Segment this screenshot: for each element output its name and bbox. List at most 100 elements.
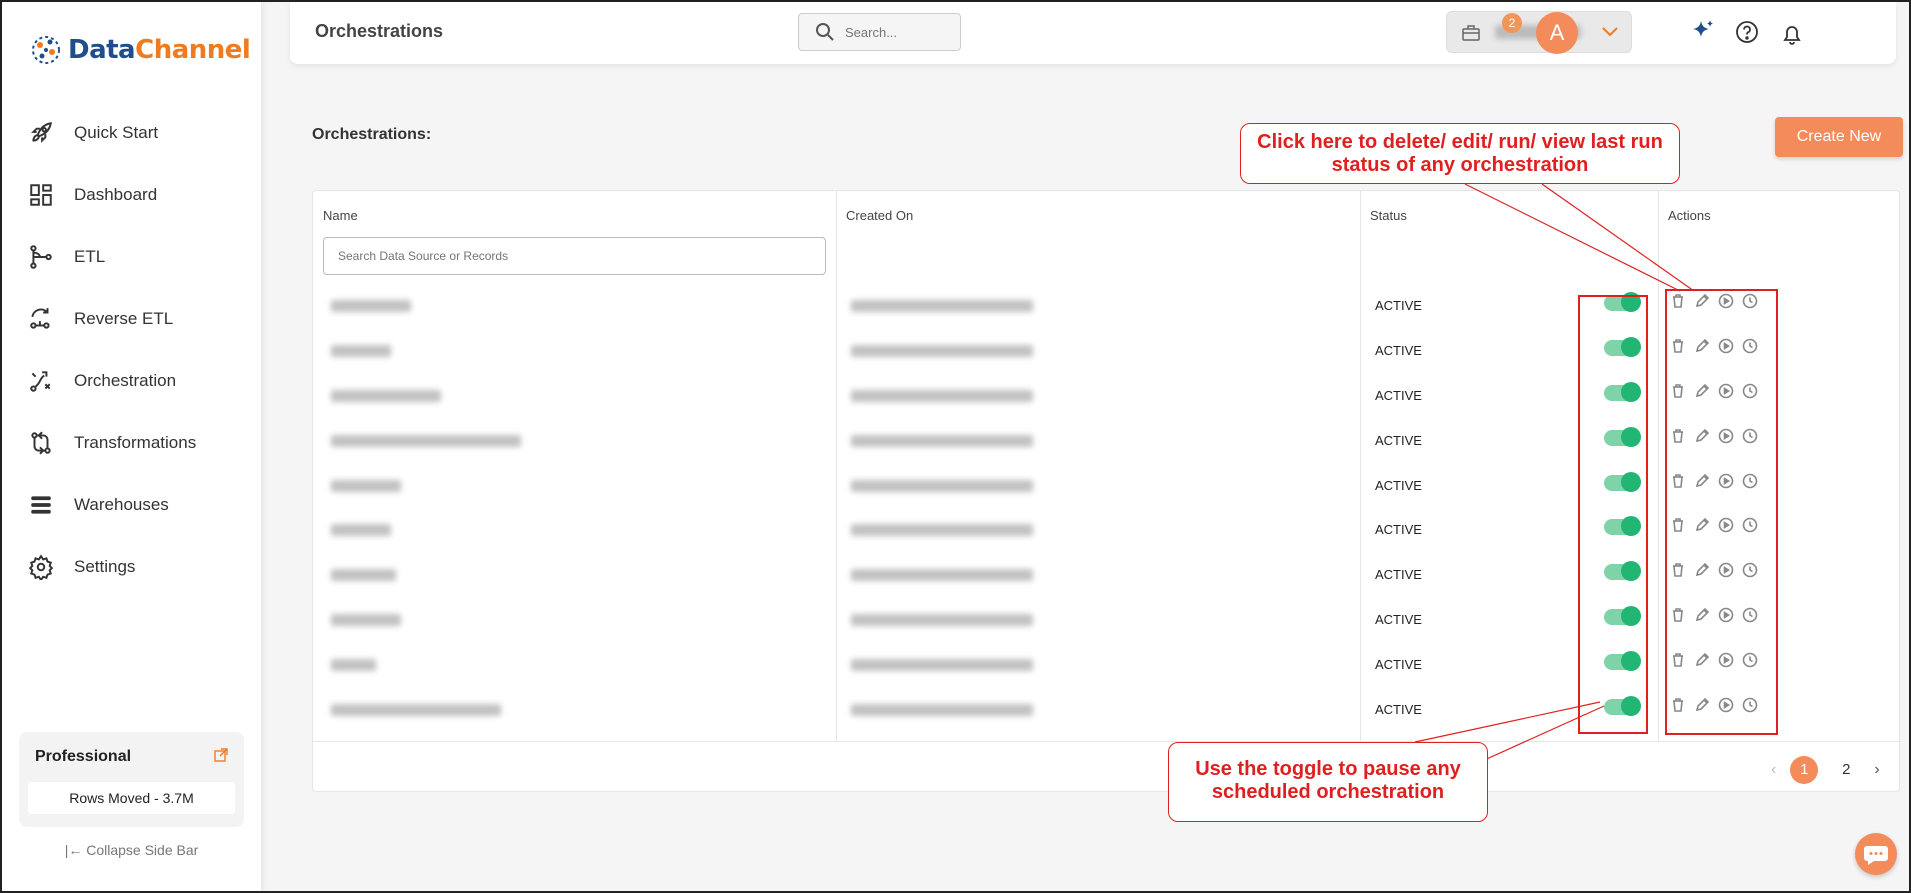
orchestration-name-redacted[interactable] — [331, 300, 411, 312]
pagination-divider — [313, 741, 1901, 742]
table-row[interactable]: ACTIVE — [313, 643, 1901, 688]
orchestration-name-redacted[interactable] — [331, 524, 391, 536]
actions-callout: Click here to delete/ edit/ run/ view la… — [1240, 123, 1680, 184]
sidebar-item-settings[interactable]: Settings — [2, 536, 261, 598]
avatar[interactable]: A — [1536, 12, 1578, 54]
chevron-down-icon — [1602, 27, 1618, 37]
sidebar-item-reverse-etl[interactable]: Reverse ETL — [2, 288, 261, 350]
created-on-redacted — [851, 390, 1033, 402]
help-icon[interactable] — [1735, 20, 1761, 46]
created-on-redacted — [851, 300, 1033, 312]
created-on-redacted — [851, 659, 1033, 671]
orchestration-name-redacted[interactable] — [331, 345, 391, 357]
table-row[interactable]: ACTIVE — [313, 553, 1901, 598]
column-header-status[interactable]: Status — [1370, 208, 1407, 223]
table-row[interactable]: ACTIVE — [313, 688, 1901, 733]
status-text: ACTIVE — [1375, 433, 1422, 448]
created-on-redacted — [851, 614, 1033, 626]
table-row[interactable]: ACTIVE — [313, 374, 1901, 419]
sidebar-item-orchestration[interactable]: Orchestration — [2, 350, 261, 412]
created-on-redacted — [851, 435, 1033, 447]
column-header-actions: Actions — [1668, 208, 1711, 223]
column-header-name[interactable]: Name — [323, 208, 358, 223]
brand-name-part2: Channel — [135, 35, 251, 65]
briefcase-icon — [1462, 25, 1480, 41]
toggle-highlight-box — [1578, 295, 1648, 734]
created-on-redacted — [851, 345, 1033, 357]
table-row[interactable]: ACTIVE — [313, 508, 1901, 553]
table-row[interactable]: ACTIVE — [313, 464, 1901, 509]
brand-name-part1: Data — [68, 35, 136, 65]
chat-icon — [1864, 846, 1888, 865]
create-new-button[interactable]: Create New — [1775, 117, 1903, 157]
sidebar-item-dashboard[interactable]: Dashboard — [2, 164, 261, 226]
rocket-icon — [31, 122, 52, 143]
bell-icon[interactable] — [1780, 22, 1806, 48]
column-header-created-on[interactable]: Created On — [846, 208, 913, 223]
global-search[interactable] — [798, 13, 961, 51]
status-text: ACTIVE — [1375, 298, 1422, 313]
page-title: Orchestrations — [315, 21, 444, 41]
reverse-etl-icon — [30, 308, 50, 329]
notification-badge: 2 — [1502, 13, 1522, 33]
status-text: ACTIVE — [1375, 388, 1422, 403]
transformations-icon — [31, 431, 51, 455]
table-search-input[interactable] — [323, 237, 826, 275]
orchestration-name-redacted[interactable] — [331, 435, 521, 447]
pagination: ‹ 1 2 › — [1771, 756, 1880, 784]
logo-mark-icon — [28, 32, 64, 68]
created-on-redacted — [851, 704, 1033, 716]
status-text: ACTIVE — [1375, 567, 1422, 582]
sidebar-item-quick-start[interactable]: Quick Start — [2, 102, 261, 164]
actions-highlight-box — [1665, 289, 1778, 735]
page-button-2[interactable]: 2 — [1832, 756, 1860, 784]
created-on-redacted — [851, 480, 1033, 492]
status-text: ACTIVE — [1375, 657, 1422, 672]
sidebar-nav: Quick Start Dashboard ETL Reverse ETL Or… — [2, 102, 261, 598]
table-row[interactable]: ACTIVE — [313, 598, 1901, 643]
warehouses-icon — [31, 496, 51, 514]
status-text: ACTIVE — [1375, 702, 1422, 717]
orchestration-name-redacted[interactable] — [331, 659, 376, 671]
gear-icon — [28, 554, 54, 580]
sidebar-item-label: Warehouses — [74, 495, 169, 514]
table-row[interactable]: ACTIVE — [313, 284, 1901, 329]
prev-page-button[interactable]: ‹ — [1771, 761, 1776, 779]
sidebar-item-label: Settings — [74, 557, 136, 576]
external-link-icon[interactable] — [214, 748, 228, 762]
search-icon — [816, 23, 834, 41]
orchestration-name-redacted[interactable] — [331, 704, 501, 716]
sidebar-item-label: Quick Start — [74, 123, 159, 142]
orchestration-name-redacted[interactable] — [331, 614, 401, 626]
orchestration-name-redacted[interactable] — [331, 390, 441, 402]
status-text: ACTIVE — [1375, 478, 1422, 493]
sidebar-item-label: ETL — [74, 247, 106, 266]
sidebar-item-label: Transformations — [74, 433, 197, 452]
status-text: ACTIVE — [1375, 522, 1422, 537]
sidebar-item-transformations[interactable]: Transformations — [2, 412, 261, 474]
chat-button[interactable] — [1855, 833, 1897, 875]
created-on-redacted — [851, 524, 1033, 536]
orchestration-name-redacted[interactable] — [331, 480, 401, 492]
orchestrations-table: Name Created On Status Actions ACTIVE ACT… — [312, 190, 1901, 792]
dashboard-icon — [30, 184, 52, 206]
next-page-button[interactable]: › — [1874, 761, 1879, 779]
table-row[interactable]: ACTIVE — [313, 419, 1901, 464]
orchestration-name-redacted[interactable] — [331, 569, 396, 581]
collapse-sidebar-button[interactable]: |← Collapse Side Bar — [2, 842, 261, 858]
brand-logo[interactable]: DataChannel — [28, 32, 251, 68]
sparkle-icon[interactable] — [1690, 18, 1716, 44]
toggle-callout: Use the toggle to pause any scheduled or… — [1168, 742, 1488, 822]
rows-moved: Rows Moved - 3.7M — [28, 782, 235, 814]
sidebar-item-warehouses[interactable]: Warehouses — [2, 474, 261, 536]
sidebar: DataChannel Quick Start Dashboard ETL Re… — [2, 2, 261, 891]
page-button-1[interactable]: 1 — [1790, 756, 1819, 784]
status-text: ACTIVE — [1375, 612, 1422, 627]
sidebar-item-etl[interactable]: ETL — [2, 226, 261, 288]
plan-card: Professional Rows Moved - 3.7M — [19, 732, 244, 827]
table-row[interactable]: ACTIVE — [313, 329, 1901, 374]
sidebar-item-label: Orchestration — [74, 371, 177, 390]
search-input[interactable] — [845, 24, 945, 40]
created-on-redacted — [851, 569, 1033, 581]
orchestration-icon — [30, 371, 51, 392]
